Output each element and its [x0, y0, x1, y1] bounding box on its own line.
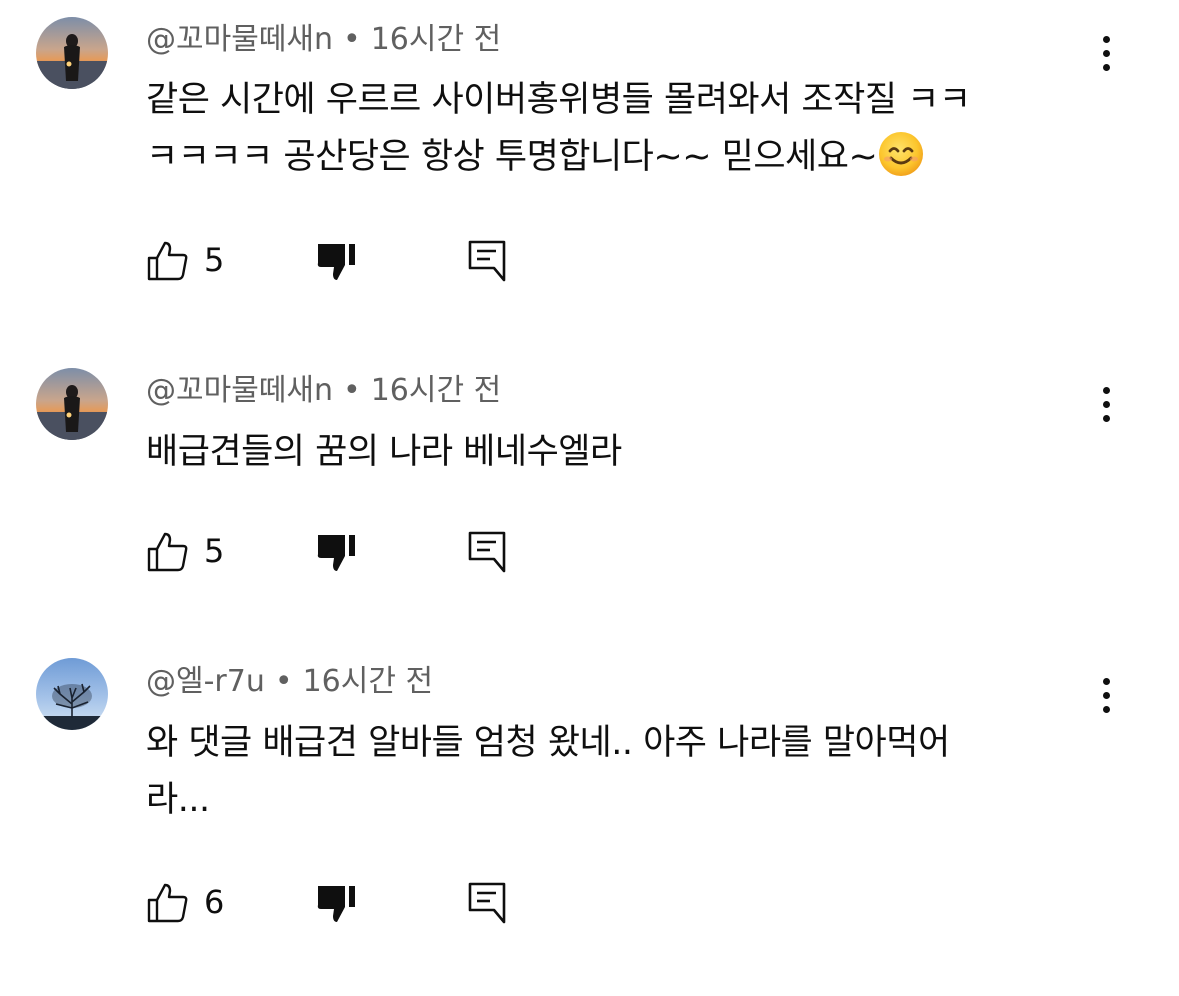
more-options-button[interactable] [1092, 383, 1122, 427]
like-count: 6 [204, 883, 225, 921]
dislike-button[interactable] [314, 529, 358, 573]
like-button[interactable] [146, 238, 190, 282]
comment-time: 16시간 전 [370, 22, 502, 57]
comment-time: 16시간 전 [370, 373, 502, 408]
comment-time: 16시간 전 [302, 664, 434, 699]
more-options-button[interactable] [1092, 32, 1122, 76]
author-name[interactable]: @꼬마물떼새n [146, 22, 333, 57]
like-button[interactable] [146, 529, 190, 573]
thumbs-down-icon [317, 886, 355, 922]
avatar[interactable] [36, 368, 108, 440]
comment-meta: @꼬마물떼새n • 16시간 전 [146, 371, 501, 411]
comment-meta: @엘-r7u • 16시간 전 [146, 662, 433, 702]
reply-icon [468, 531, 506, 573]
reply-button[interactable] [466, 880, 510, 924]
reply-button[interactable] [466, 238, 510, 282]
woman-sunset-avatar-image [36, 17, 108, 89]
woman-sunset-avatar-image [36, 368, 108, 440]
avatar[interactable] [36, 17, 108, 89]
like-button[interactable] [146, 880, 190, 924]
thumbs-up-icon [147, 883, 188, 923]
author-name[interactable]: @꼬마물떼새n [146, 373, 333, 408]
avatar[interactable] [36, 658, 108, 730]
author-name[interactable]: @엘-r7u [146, 664, 265, 699]
meta-separator: • [343, 22, 361, 57]
meta-separator: • [343, 373, 361, 408]
comment-text-line: ㅋㅋㅋㅋ 공산당은 항상 투명합니다~~ 믿으세요~ [146, 129, 1096, 186]
more-options-button[interactable] [1092, 674, 1122, 718]
comment-text-line: 같은 시간에 우르르 사이버홍위병들 몰려와서 조작질 ㅋㅋ [146, 80, 971, 120]
like-count: 5 [204, 241, 225, 279]
comment-text-line: 라... [146, 780, 210, 820]
reply-button[interactable] [466, 529, 510, 573]
thumbs-down-icon [317, 535, 355, 571]
thumbs-up-icon [147, 241, 188, 281]
reply-icon [468, 882, 506, 924]
comment-meta: @꼬마물떼새n • 16시간 전 [146, 20, 501, 60]
smiling-face-icon [879, 132, 924, 176]
comment-text-line: 와 댓글 배급견 알바들 엄청 왔네.. 아주 나라를 말아먹어 [146, 723, 950, 763]
tree-sky-avatar-image [36, 658, 108, 730]
thumbs-down-icon [317, 244, 355, 280]
meta-separator: • [274, 664, 293, 699]
dislike-button[interactable] [314, 880, 358, 924]
dislike-button[interactable] [314, 238, 358, 282]
comment-text: 같은 시간에 우르르 사이버홍위병들 몰려와서 조작질 ㅋㅋ ㅋㅋㅋㅋ 공산당은… [146, 72, 1096, 186]
like-count: 5 [204, 532, 225, 570]
reply-icon [468, 240, 506, 282]
comment-text: 배급견들의 꿈의 나라 베네수엘라 [146, 424, 1096, 481]
comment-text-line: 배급견들의 꿈의 나라 베네수엘라 [146, 432, 622, 472]
thumbs-up-icon [147, 532, 188, 572]
comment-text: 와 댓글 배급견 알바들 엄청 왔네.. 아주 나라를 말아먹어 라... [146, 715, 1096, 829]
